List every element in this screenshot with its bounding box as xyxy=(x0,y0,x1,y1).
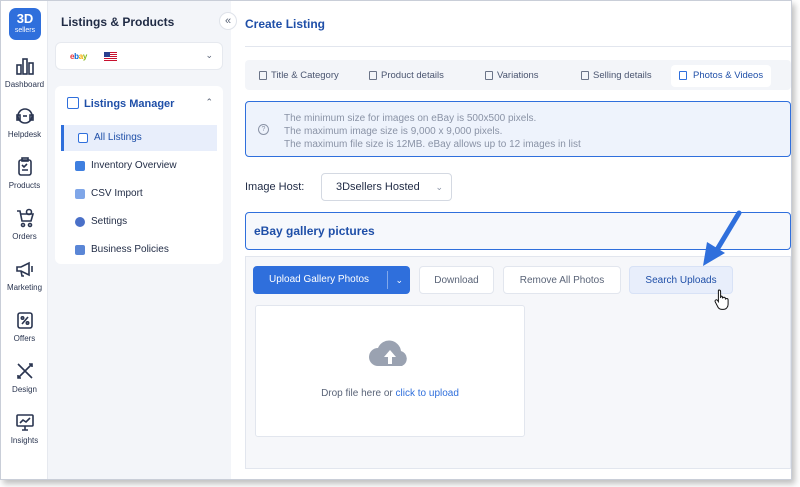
click-to-upload-link[interactable]: click to upload xyxy=(396,388,459,399)
tab-title-category[interactable]: Title & Category xyxy=(257,65,339,87)
sidebar-item-inventory-overview[interactable]: Inventory Overview xyxy=(61,153,217,179)
policy-icon xyxy=(75,245,85,255)
us-flag-icon xyxy=(104,52,117,61)
clipboard-check-icon xyxy=(17,157,32,176)
pencil-ruler-icon xyxy=(16,363,33,379)
tab-photos-videos[interactable]: Photos & Videos xyxy=(671,65,772,87)
app-window: 3D sellers Dashboard Helpdesk Products O… xyxy=(0,0,792,480)
cart-icon xyxy=(16,208,34,228)
sidebar-title: Listings & Products xyxy=(61,15,175,29)
page-title: Create Listing xyxy=(245,17,326,31)
logo-line1: 3D xyxy=(16,11,34,26)
rail-item-marketing[interactable]: Marketing xyxy=(1,258,48,306)
image-icon xyxy=(679,71,687,80)
cloud-upload-icon xyxy=(369,340,407,366)
annotation-arrow-icon xyxy=(703,210,742,266)
chevron-down-icon: ⌄ xyxy=(205,50,213,60)
tab-variations[interactable]: Variations xyxy=(483,65,539,87)
rail-item-helpdesk[interactable]: Helpdesk xyxy=(1,105,48,153)
rail-label: Offers xyxy=(13,334,36,343)
download-button[interactable]: Download xyxy=(419,266,494,294)
hand-cursor-icon xyxy=(714,289,729,310)
listing-tabs: Title & Category Product details Variati… xyxy=(245,60,791,90)
listings-manager-header[interactable]: Listings Manager xyxy=(67,97,174,110)
rail-label: Orders xyxy=(12,232,37,241)
brand-logo[interactable]: 3D sellers xyxy=(9,8,41,40)
tab-product-details[interactable]: Product details xyxy=(367,65,444,87)
sidebar-item-all-listings[interactable]: All Listings xyxy=(61,125,217,151)
inventory-icon xyxy=(75,161,85,171)
rail-item-products[interactable]: Products xyxy=(1,156,48,204)
sidebar-item-settings[interactable]: Settings xyxy=(61,209,217,235)
monitor-chart-icon xyxy=(15,414,34,431)
remove-all-photos-button[interactable]: Remove All Photos xyxy=(503,266,621,294)
bar-chart-icon xyxy=(15,58,34,75)
sidebar-item-csv-import[interactable]: CSV Import xyxy=(61,181,217,207)
divider xyxy=(245,46,791,47)
rail-label: Products xyxy=(8,181,41,190)
percent-tag-icon xyxy=(16,312,33,329)
info-line: The maximum file size is 12MB. eBay allo… xyxy=(284,139,581,150)
image-requirements-notice: ? The minimum size for images on eBay is… xyxy=(245,101,791,157)
chevron-down-icon[interactable]: ⌄ xyxy=(395,266,403,294)
question-icon: ? xyxy=(258,124,269,135)
rail-item-offers[interactable]: Offers xyxy=(1,309,48,357)
rail-item-dashboard[interactable]: Dashboard xyxy=(1,55,48,103)
variations-icon xyxy=(485,71,493,80)
clipboard-icon xyxy=(369,71,377,80)
gear-icon xyxy=(75,217,85,227)
info-line: The minimum size for images on eBay is 5… xyxy=(284,113,537,124)
chevron-up-icon[interactable]: ⌃ xyxy=(205,97,213,108)
upload-dropzone[interactable]: Drop file here or click to upload xyxy=(255,305,525,437)
ebay-logo: ebay xyxy=(70,52,88,61)
listings-sidebar: Listings & Products ebay ⌄ Listings Mana… xyxy=(49,1,231,479)
rail-item-design[interactable]: Design xyxy=(1,360,48,408)
title-icon xyxy=(259,71,267,80)
rail-label: Insights xyxy=(10,436,39,445)
marketplace-selector[interactable]: ebay ⌄ xyxy=(55,42,223,70)
rail-item-orders[interactable]: Orders xyxy=(1,207,48,255)
button-divider xyxy=(387,271,388,289)
rail-label: Marketing xyxy=(6,283,43,292)
upload-gallery-photos-button[interactable]: Upload Gallery Photos ⌄ xyxy=(253,266,410,294)
megaphone-icon xyxy=(15,261,33,277)
image-host-select[interactable]: 3Dsellers Hosted ⌄ xyxy=(321,173,452,201)
logo-line2: sellers xyxy=(14,27,36,34)
headset-icon xyxy=(15,108,34,124)
listings-manager-icon xyxy=(67,97,79,109)
csv-icon xyxy=(75,189,85,199)
tab-selling-details[interactable]: Selling details xyxy=(579,65,652,87)
list-icon xyxy=(78,133,88,143)
rail-label: Helpdesk xyxy=(7,130,42,139)
rail-label: Design xyxy=(12,385,37,394)
info-line: The maximum image size is 9,000 x 9,000 … xyxy=(284,126,503,137)
icon-rail: 3D sellers Dashboard Helpdesk Products O… xyxy=(1,1,48,479)
sidebar-item-business-policies[interactable]: Business Policies xyxy=(61,237,217,263)
rail-label: Dashboard xyxy=(4,80,45,89)
selling-icon xyxy=(581,71,589,80)
dropzone-text: Drop file here or click to upload xyxy=(321,388,459,399)
listings-manager-menu: Listings Manager ⌃ All Listings Inventor… xyxy=(55,86,223,264)
double-chevron-left-icon[interactable]: « xyxy=(219,12,237,30)
chevron-down-icon: ⌄ xyxy=(435,182,443,192)
image-host-label: Image Host: xyxy=(245,181,305,193)
rail-item-insights[interactable]: Insights xyxy=(1,411,48,459)
